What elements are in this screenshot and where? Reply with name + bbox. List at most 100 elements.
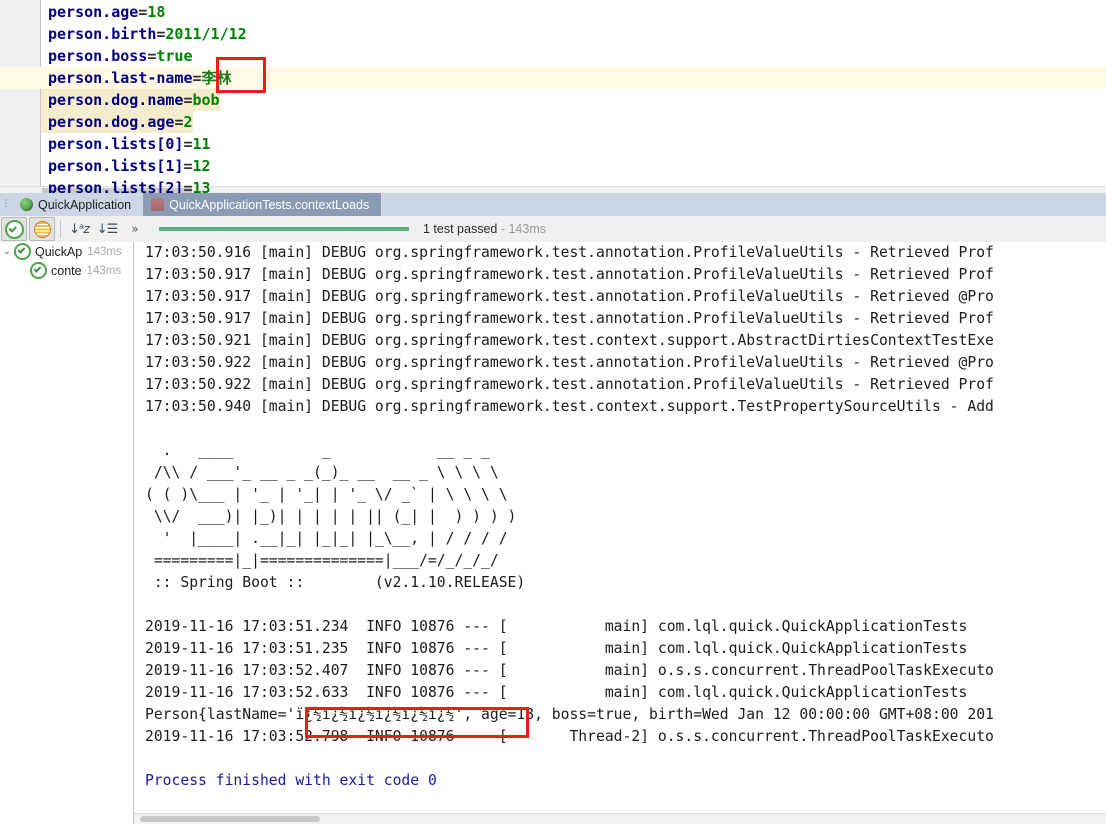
test-progress-fill <box>159 227 409 231</box>
console-line: 17:03:50.917 [main] DEBUG org.springfram… <box>145 288 994 305</box>
editor-line-text: person.dog.age=2 <box>48 111 193 133</box>
console-line: 2019-11-16 17:03:51.234 INFO 10876 --- [… <box>145 618 968 635</box>
editor-line-text: person.boss=true <box>48 45 193 67</box>
tree-node-label: conte <box>51 263 82 278</box>
sort-duration-icon: ↓☰ <box>96 221 119 237</box>
editor-line[interactable]: person.age=18 <box>0 1 1106 23</box>
property-separator: = <box>183 135 193 153</box>
console-line: 2019-11-16 17:03:52.798 INFO 10876 --- [… <box>145 728 994 745</box>
editor-line-text: person.birth=2011/1/12 <box>48 23 247 45</box>
console-line: \\/ ___)| |_)| | | | | || (_| | ) ) ) ) <box>145 508 517 525</box>
property-separator: = <box>138 3 148 21</box>
editor-lines[interactable]: person.age=18 person.birth=2011/1/12 perso… <box>0 0 1106 193</box>
property-key: person.last-name <box>48 69 193 87</box>
property-value: 18 <box>147 3 166 21</box>
console-line: ' |____| .__|_| |_|_| |_\__, | / / / / <box>145 530 508 547</box>
junit-icon <box>151 198 165 211</box>
editor-line[interactable]: person.lists[1]=12 <box>0 155 1106 177</box>
sort-alphabetically-button[interactable]: ↓ᵃ𝑧 <box>66 217 92 241</box>
run-tool-window: ⋮ QuickApplication QuickApplicationTests… <box>0 193 1106 824</box>
property-key: person.birth <box>48 25 157 43</box>
property-value: 11 <box>192 135 211 153</box>
editor-line[interactable]: person.lists[0]=11 <box>0 133 1106 155</box>
tab-quick-application-tests[interactable]: QuickApplicationTests.contextLoads <box>143 193 382 216</box>
editor-line[interactable]: person.boss=true <box>0 45 1106 67</box>
console-line: 17:03:50.917 [main] DEBUG org.springfram… <box>145 310 994 327</box>
striped-disc-icon <box>33 220 51 238</box>
console-line: Process finished with exit code 0 <box>145 772 437 789</box>
property-separator: = <box>183 157 193 175</box>
property-key: person.lists[0] <box>48 135 184 153</box>
chevron-double-right-icon: » <box>131 222 139 236</box>
property-key: person.lists[2] <box>48 179 184 193</box>
run-configuration-tabs[interactable]: ⋮ QuickApplication QuickApplicationTests… <box>0 193 1106 217</box>
tree-node-root[interactable]: ⌄ QuickAp 143ms <box>0 242 133 261</box>
console-line: 2019-11-16 17:03:52.633 INFO 10876 --- [… <box>145 684 968 701</box>
editor-line-text: person.dog.name=bob <box>48 89 220 111</box>
toolbar-overflow-button[interactable]: » <box>122 217 148 241</box>
console-line: 17:03:50.916 [main] DEBUG org.springfram… <box>145 244 994 261</box>
tab-strip-handle[interactable]: ⋮ <box>0 193 12 216</box>
toolbar-separator <box>60 220 61 238</box>
ide-window: person.age=18 person.birth=2011/1/12 perso… <box>0 0 1106 824</box>
test-status-text: 1 test passed - 143ms <box>423 222 546 236</box>
property-separator: = <box>192 69 202 87</box>
editor-line[interactable]: person.last-name=李林 <box>0 67 1106 89</box>
console-line: ( ( )\___ | '_ | '_| | '_ \/ _` | \ \ \ … <box>145 486 508 503</box>
property-separator: = <box>183 91 193 109</box>
editor-line-text: person.lists[0]=11 <box>48 133 211 155</box>
property-key: person.dog.name <box>48 91 184 109</box>
property-separator: = <box>183 179 193 193</box>
editor-line-text: person.age=18 <box>48 1 165 23</box>
property-key: person.dog.age <box>48 113 175 131</box>
properties-editor[interactable]: person.age=18 person.birth=2011/1/12 perso… <box>0 0 1106 193</box>
show-ignored-button[interactable] <box>29 217 55 241</box>
tree-node-duration: 143ms <box>86 264 122 277</box>
property-value: bob <box>192 91 220 109</box>
sort-by-duration-button[interactable]: ↓☰ <box>94 217 120 241</box>
editor-line[interactable]: person.birth=2011/1/12 <box>0 23 1106 45</box>
property-value: 12 <box>192 157 211 175</box>
show-passed-button[interactable] <box>1 217 27 241</box>
property-key: person.lists[1] <box>48 157 184 175</box>
property-value: 2 <box>183 113 193 131</box>
property-value: 2011/1/12 <box>165 25 247 43</box>
editor-line[interactable]: person.dog.name=bob <box>0 89 1106 111</box>
property-value: 李林 <box>201 69 232 87</box>
editor-line[interactable]: person.dog.age=2 <box>0 111 1106 133</box>
console-line: Person{lastName='ï¿½ï¿½ï¿½ï¿½ï¿½ï¿½', ag… <box>145 706 994 723</box>
tab-label: QuickApplication <box>38 197 132 212</box>
tree-node-context-loads[interactable]: conte 143ms <box>0 261 133 280</box>
test-passed-icon <box>30 262 47 279</box>
property-value: 13 <box>192 179 211 193</box>
console-output[interactable]: 17:03:50.916 [main] DEBUG org.springfram… <box>134 242 1106 824</box>
console-line: 17:03:50.917 [main] DEBUG org.springfram… <box>145 266 994 283</box>
console-horizontal-scrollbar[interactable] <box>134 813 1106 824</box>
test-result-tree[interactable]: ⌄ QuickAp 143ms conte 143ms <box>0 242 134 824</box>
tree-bottom-strip <box>0 814 134 824</box>
tree-node-label: QuickAp <box>35 244 83 259</box>
console-line: . ____ _ __ _ _ <box>145 442 490 459</box>
property-key: person.boss <box>48 47 148 65</box>
console-scroll-thumb[interactable] <box>140 816 320 822</box>
console-line: 17:03:50.922 [main] DEBUG org.springfram… <box>145 354 994 371</box>
tab-quick-application[interactable]: QuickApplication <box>12 193 143 216</box>
console-line: 17:03:50.922 [main] DEBUG org.springfram… <box>145 376 994 393</box>
check-circle-icon <box>4 219 24 239</box>
chevron-down-icon[interactable]: ⌄ <box>0 246 14 257</box>
sort-alpha-icon: ↓ᵃ𝑧 <box>69 221 90 237</box>
test-runner-toolbar[interactable]: ↓ᵃ𝑧 ↓☰ » 1 test passed - 143ms <box>0 216 1106 243</box>
property-value: true <box>156 47 193 65</box>
editor-line-text: person.lists[2]=13 <box>48 177 211 193</box>
editor-line-text: person.last-name=李林 <box>48 67 232 89</box>
tab-label: QuickApplicationTests.contextLoads <box>169 197 370 212</box>
test-passed-icon <box>14 243 31 260</box>
console-line: /\\ / ___'_ __ _ _(_)_ __ __ _ \ \ \ \ <box>145 464 499 481</box>
console-line: 17:03:50.921 [main] DEBUG org.springfram… <box>145 332 994 349</box>
status-label: 1 test passed <box>423 222 498 236</box>
tree-node-duration: 143ms <box>87 245 122 258</box>
console-line: 2019-11-16 17:03:51.235 INFO 10876 --- [… <box>145 640 968 657</box>
